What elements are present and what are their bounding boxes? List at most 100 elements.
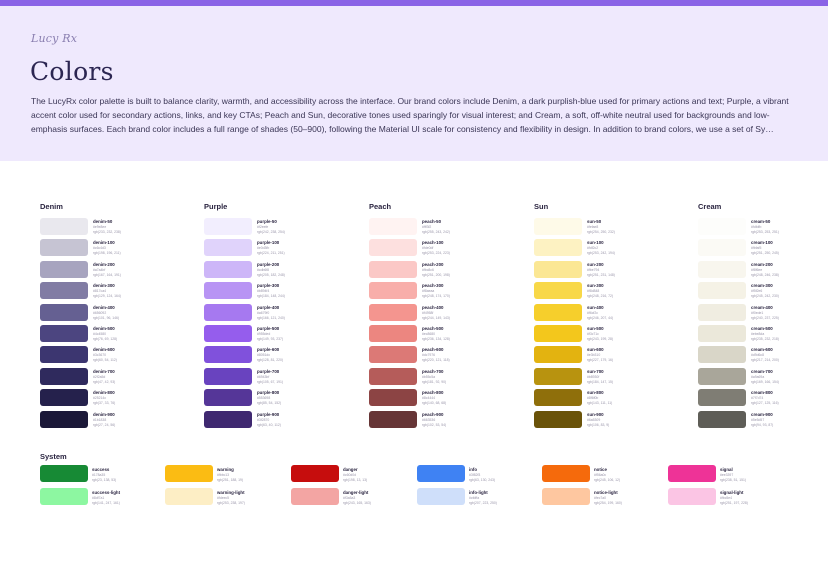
color-chip[interactable] (542, 465, 590, 482)
color-chip[interactable] (534, 282, 582, 300)
color-chip[interactable] (369, 260, 417, 278)
swatch-cream-400[interactable]: cream-400 #f0ede1 rgb(240, 237, 225) (698, 303, 828, 323)
color-chip[interactable] (291, 488, 339, 505)
color-chip[interactable] (698, 282, 746, 300)
color-chip[interactable] (369, 410, 417, 428)
color-chip[interactable] (40, 325, 88, 342)
swatch-peach-700[interactable]: peach-700 #b55c5a rgb(181, 92, 90) (369, 367, 529, 387)
color-chip[interactable] (698, 260, 746, 278)
color-chip[interactable] (204, 218, 252, 235)
swatch-denim-800[interactable]: denim-800 #25214c rgb(37, 33, 76) (40, 389, 200, 408)
swatch-cream-50[interactable]: cream-50 #fdfdfb rgb(253, 253, 251) (698, 218, 828, 237)
swatch-purple-400[interactable]: purple-400 #a679f0 rgb(166, 121, 240) (204, 303, 364, 323)
system-swatch-signal[interactable]: signal #ee3397 rgb(238, 51, 151) (668, 465, 788, 484)
color-chip[interactable] (369, 367, 417, 385)
swatch-denim-400[interactable]: denim-400 #656092 rgb(101, 96, 146) (40, 303, 200, 323)
color-chip[interactable] (369, 389, 417, 407)
swatch-denim-600[interactable]: denim-600 #3c3670 rgb(60, 54, 112) (40, 346, 200, 365)
color-chip[interactable] (698, 367, 746, 385)
color-chip[interactable] (417, 488, 465, 505)
color-chip[interactable] (165, 488, 213, 505)
color-chip[interactable] (291, 465, 339, 482)
color-chip[interactable] (369, 282, 417, 300)
color-chip[interactable] (417, 465, 465, 482)
swatch-sun-100[interactable]: sun-100 #fdf2c2 rgb(253, 242, 194) (534, 239, 694, 258)
swatch-purple-600[interactable]: purple-600 #8051dc rgb(128, 81, 220) (204, 346, 364, 365)
swatch-peach-600[interactable]: peach-600 #dc7976 rgb(220, 121, 118) (369, 346, 529, 365)
swatch-purple-500[interactable]: purple-500 #955ded rgb(149, 93, 237) (204, 325, 364, 344)
color-chip[interactable] (204, 282, 252, 300)
system-swatch-warning-light[interactable]: warning-light #fdeec5 rgb(253, 238, 197) (165, 488, 285, 507)
color-chip[interactable] (40, 218, 88, 235)
color-chip[interactable] (40, 260, 88, 278)
color-chip[interactable] (534, 239, 582, 257)
color-chip[interactable] (204, 260, 252, 278)
color-chip[interactable] (40, 282, 88, 300)
color-chip[interactable] (534, 346, 582, 364)
color-chip[interactable] (534, 303, 582, 321)
color-chip[interactable] (40, 303, 88, 321)
swatch-purple-300[interactable]: purple-300 #b894f4 rgb(184, 148, 244) (204, 282, 364, 301)
color-chip[interactable] (698, 239, 746, 257)
color-chip[interactable] (534, 389, 582, 407)
color-chip[interactable] (698, 303, 746, 321)
swatch-denim-300[interactable]: denim-300 #817ca4 rgb(129, 124, 164) (40, 282, 200, 301)
color-chip[interactable] (542, 488, 590, 505)
color-chip[interactable] (165, 465, 213, 482)
color-chip[interactable] (40, 389, 88, 407)
color-chip[interactable] (204, 389, 252, 407)
swatch-denim-200[interactable]: denim-200 #a7a4bf rgb(167, 164, 191) (40, 260, 200, 280)
color-chip[interactable] (534, 325, 582, 342)
swatch-cream-700[interactable]: cream-700 #a9a69a rgb(169, 166, 154) (698, 367, 828, 387)
swatch-purple-200[interactable]: purple-200 #cdb6f8 rgb(205, 182, 248) (204, 260, 364, 280)
color-chip[interactable] (534, 410, 582, 428)
swatch-denim-700[interactable]: denim-700 #2f2a5d rgb(47, 42, 93) (40, 367, 200, 387)
color-chip[interactable] (369, 218, 417, 235)
system-swatch-warning[interactable]: warning #fbbc13 rgb(251, 188, 19) (165, 465, 285, 484)
color-chip[interactable] (369, 346, 417, 364)
color-chip[interactable] (204, 303, 252, 321)
swatch-peach-400[interactable]: peach-400 #f4958f rgb(244, 149, 143) (369, 303, 529, 323)
color-chip[interactable] (369, 303, 417, 321)
swatch-sun-300[interactable]: sun-300 #f8d848 rgb(248, 216, 72) (534, 282, 694, 301)
color-chip[interactable] (668, 488, 716, 505)
swatch-sun-800[interactable]: sun-800 #8f6f0b rgb(143, 111, 11) (534, 389, 694, 408)
color-chip[interactable] (534, 218, 582, 235)
swatch-sun-500[interactable]: sun-500 #f3c71c rgb(243, 199, 28) (534, 325, 694, 344)
swatch-peach-50[interactable]: peach-50 #fff3f2 rgb(255, 243, 242) (369, 218, 529, 237)
color-chip[interactable] (698, 346, 746, 364)
swatch-sun-400[interactable]: sun-400 #f6cf2c rgb(246, 207, 44) (534, 303, 694, 323)
swatch-denim-900[interactable]: denim-900 #1b1838 rgb(27, 24, 56) (40, 410, 200, 430)
color-chip[interactable] (40, 410, 88, 428)
color-chip[interactable] (204, 367, 252, 385)
color-chip[interactable] (40, 346, 88, 364)
swatch-peach-500[interactable]: peach-500 #ec8680 rgb(236, 134, 128) (369, 325, 529, 344)
color-chip[interactable] (698, 218, 746, 235)
swatch-cream-900[interactable]: cream-900 #5e5d57 rgb(94, 93, 87) (698, 410, 828, 430)
swatch-denim-50[interactable]: denim-50 #e9e8ee rgb(233, 232, 238) (40, 218, 200, 237)
color-chip[interactable] (204, 239, 252, 257)
swatch-purple-50[interactable]: purple-50 #f2eefe rgb(242, 238, 254) (204, 218, 364, 237)
swatch-cream-600[interactable]: cream-600 #d9d6c8 rgb(217, 214, 200) (698, 346, 828, 365)
color-chip[interactable] (40, 239, 88, 257)
swatch-peach-300[interactable]: peach-300 #f8aeaa rgb(248, 174, 170) (369, 282, 529, 301)
swatch-peach-900[interactable]: peach-900 #663536 rgb(102, 53, 54) (369, 410, 529, 430)
color-chip[interactable] (534, 260, 582, 278)
swatch-sun-600[interactable]: sun-600 #e3b310 rgb(227, 179, 16) (534, 346, 694, 365)
color-chip[interactable] (204, 325, 252, 342)
color-chip[interactable] (204, 410, 252, 428)
swatch-cream-100[interactable]: cream-100 #fbfaf5 rgb(251, 250, 245) (698, 239, 828, 258)
system-swatch-success-light[interactable]: success-light #8df7a1 rgb(141, 247, 161) (40, 488, 160, 507)
swatch-sun-50[interactable]: sun-50 #fefae8 rgb(254, 250, 232) (534, 218, 694, 237)
swatch-sun-900[interactable]: sun-900 #6a5309 rgb(106, 83, 9) (534, 410, 694, 430)
color-chip[interactable] (40, 367, 88, 385)
color-chip[interactable] (40, 465, 88, 482)
swatch-purple-100[interactable]: purple-100 #e0d3fb rgb(224, 211, 251) (204, 239, 364, 258)
color-chip[interactable] (698, 389, 746, 407)
swatch-cream-500[interactable]: cream-500 #ebe8da rgb(235, 232, 218) (698, 325, 828, 344)
system-swatch-info-light[interactable]: info-light #cfdffa rgb(207, 223, 250) (417, 488, 537, 507)
swatch-sun-200[interactable]: sun-200 #fbe794 rgb(251, 231, 148) (534, 260, 694, 280)
color-chip[interactable] (204, 346, 252, 364)
swatch-denim-100[interactable]: denim-100 #c6c4d3 rgb(198, 196, 211) (40, 239, 200, 258)
system-swatch-danger[interactable]: danger #c60d0d rgb(198, 13, 13) (291, 465, 411, 484)
